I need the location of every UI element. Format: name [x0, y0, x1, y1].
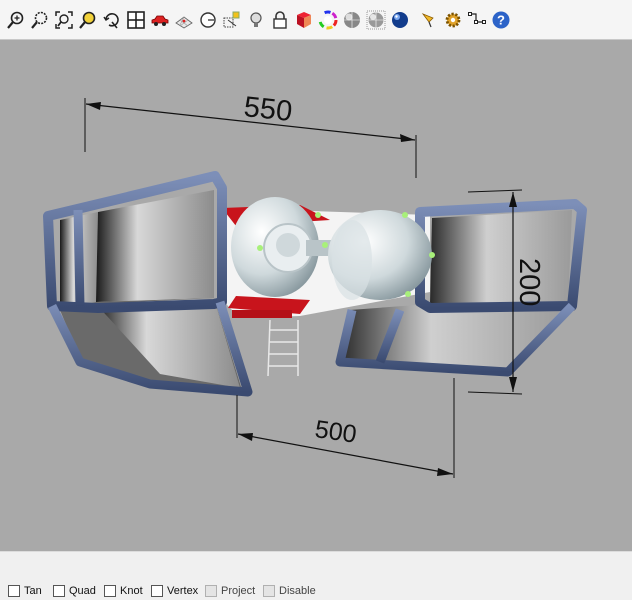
- shaded-sphere-icon[interactable]: [340, 8, 363, 31]
- osnap-disable-checkbox: [263, 585, 275, 597]
- zoom-extents-icon[interactable]: [52, 8, 75, 31]
- osnap-knot-label: Knot: [120, 585, 143, 597]
- osnap-vertex[interactable]: Vertex: [151, 583, 198, 599]
- render-material-icon[interactable]: [292, 8, 315, 31]
- gear-settings-icon[interactable]: [441, 8, 464, 31]
- dimension-bottom-label: 500: [313, 415, 358, 449]
- osnap-quad[interactable]: Quad: [53, 583, 96, 599]
- svg-text:?: ?: [497, 12, 505, 27]
- ladder: [267, 319, 299, 377]
- osnap-tan-checkbox[interactable]: [8, 585, 20, 597]
- zoom-in-icon[interactable]: [4, 8, 27, 31]
- osnap-project-checkbox: [205, 585, 217, 597]
- help-icon[interactable]: ?: [489, 8, 512, 31]
- perspective-viewport[interactable]: 550 200 500: [0, 40, 632, 551]
- rendered-sphere-icon[interactable]: [388, 8, 411, 31]
- osnap-project: Project: [205, 583, 255, 599]
- osnap-tan[interactable]: Tan: [8, 583, 42, 599]
- osnap-disable: Disable: [263, 583, 316, 599]
- four-viewports-icon[interactable]: [124, 8, 147, 31]
- main-toolbar: ?: [0, 0, 632, 40]
- osnap-disable-label: Disable: [279, 585, 316, 597]
- osnap-knot[interactable]: Knot: [104, 583, 143, 599]
- osnap-knot-checkbox[interactable]: [104, 585, 116, 597]
- dimension-top-label: 550: [242, 91, 293, 128]
- color-wheel-icon[interactable]: [316, 8, 339, 31]
- clock-icon[interactable]: [196, 8, 219, 31]
- pen-tool-icon[interactable]: [417, 8, 440, 31]
- car-object-icon[interactable]: [148, 8, 171, 31]
- osnap-vertex-checkbox[interactable]: [151, 585, 163, 597]
- osnap-quad-checkbox[interactable]: [53, 585, 65, 597]
- osnap-quad-label: Quad: [69, 585, 96, 597]
- osnap-bar: Tan Quad Knot Vertex Project Disable: [0, 551, 632, 600]
- grid-plane-icon[interactable]: [172, 8, 195, 31]
- zoom-selected-icon[interactable]: [76, 8, 99, 31]
- left-wing-panel: [43, 171, 253, 397]
- light-bulb-icon[interactable]: [244, 8, 267, 31]
- osnap-tan-label: Tan: [24, 585, 42, 597]
- osnap-project-label: Project: [221, 585, 256, 597]
- ghosted-sphere-icon[interactable]: [364, 8, 387, 31]
- lock-icon[interactable]: [268, 8, 291, 31]
- rotate-view-icon[interactable]: [100, 8, 123, 31]
- dimension-right-label: 200: [513, 258, 545, 306]
- zoom-window-icon[interactable]: [28, 8, 51, 31]
- polyline-points-icon[interactable]: [465, 8, 488, 31]
- osnap-vertex-label: Vertex: [167, 585, 199, 597]
- 3d-model-render: 550 200 500: [43, 91, 587, 478]
- select-points-icon[interactable]: [220, 8, 243, 31]
